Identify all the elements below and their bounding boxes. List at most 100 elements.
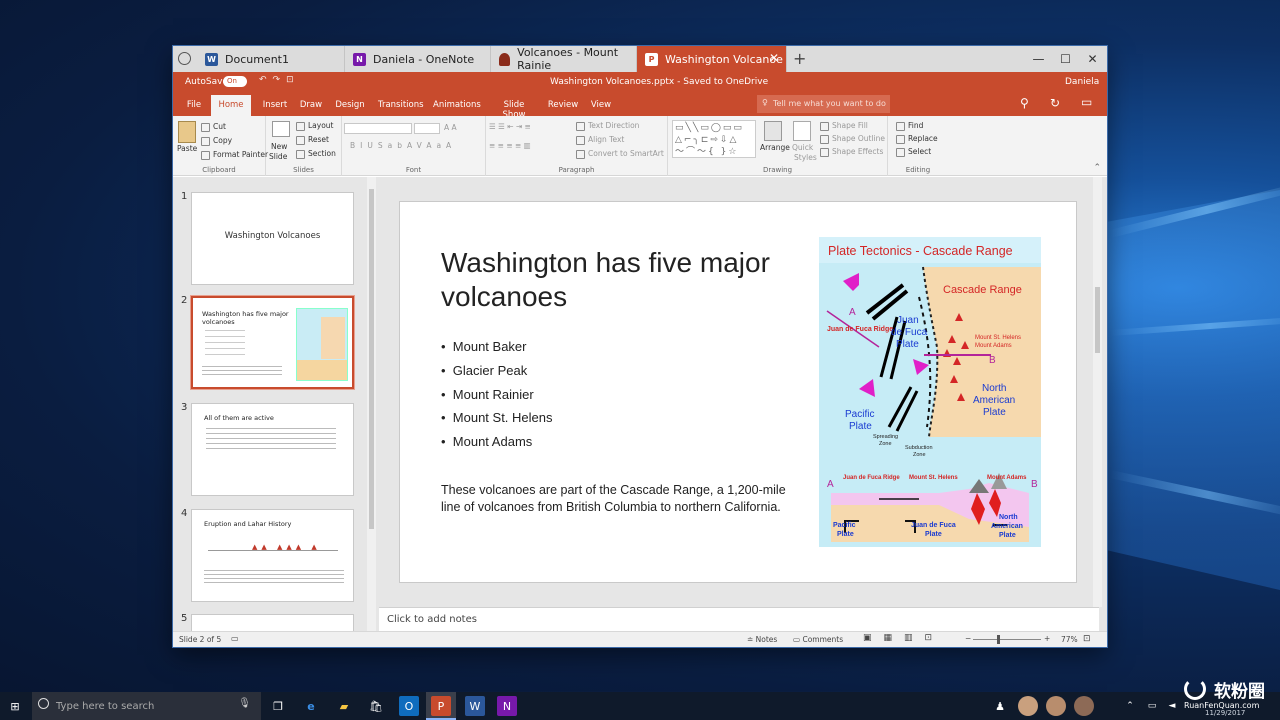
avatar[interactable] — [1046, 696, 1066, 716]
shadow-button[interactable]: ab — [388, 141, 407, 150]
bullet-item[interactable]: • Mount Baker — [441, 339, 526, 354]
tell-me-box[interactable]: ♀ Tell me what you want to do — [757, 95, 890, 113]
cut-button[interactable]: Cut — [201, 122, 226, 132]
strikethrough-button[interactable]: S — [378, 141, 388, 150]
underline-button[interactable]: U — [367, 141, 378, 150]
task-view-icon[interactable]: ❐ — [268, 696, 288, 716]
minimize-icon[interactable]: — — [1025, 46, 1052, 72]
bold-button[interactable]: B — [350, 141, 360, 150]
tab-home[interactable]: Home — [211, 95, 251, 116]
spellcheck-icon[interactable]: ▭ — [231, 634, 239, 643]
thumbnail-slide-4[interactable]: Eruption and Lahar History ▲▲ ▲▲▲ ▲ — [191, 509, 354, 602]
quick-styles-icon[interactable] — [793, 121, 811, 141]
paste-button[interactable]: Paste — [177, 144, 197, 153]
font-name-box[interactable] — [344, 123, 412, 134]
share-icon[interactable]: ⚲ — [1020, 96, 1029, 110]
close-window-icon[interactable]: ✕ — [1079, 46, 1106, 72]
new-slide-label-2[interactable]: Slide — [269, 152, 287, 161]
quick-styles-label-2[interactable]: Styles — [794, 153, 817, 162]
align-buttons[interactable]: ≡ ≡ ≡ ≡ ▥ — [489, 141, 531, 150]
bullet-item[interactable]: • Glacier Peak — [441, 363, 527, 378]
new-tab-icon[interactable]: + — [793, 49, 806, 68]
zoom-level[interactable]: 77% — [1061, 635, 1078, 644]
tab-animations[interactable]: Animations — [433, 97, 481, 116]
tab-draw[interactable]: Draw — [299, 97, 323, 116]
format-painter-button[interactable]: Format Painter — [201, 150, 268, 160]
find-button[interactable]: Find — [896, 121, 923, 131]
word-icon[interactable]: W — [465, 696, 485, 716]
volume-icon[interactable]: ◄ — [1162, 696, 1182, 716]
comments-icon[interactable]: ▭ — [1081, 95, 1092, 109]
new-slide-icon[interactable] — [272, 121, 290, 137]
slide-paragraph[interactable]: These volcanoes are part of the Cascade … — [441, 482, 801, 515]
layout-button[interactable]: Layout — [296, 121, 334, 131]
chevron-up-icon[interactable]: ⌃ — [1120, 696, 1140, 716]
list-buttons[interactable]: ☰ ☰ ⇤ ⇥ ≡ — [489, 122, 531, 131]
maximize-icon[interactable]: ☐ — [1052, 46, 1079, 72]
bullet-item[interactable]: • Mount Adams — [441, 434, 532, 449]
zoom-in-icon[interactable]: + — [1044, 634, 1050, 643]
zoom-slider[interactable] — [973, 639, 1041, 640]
tab-view[interactable]: View — [589, 97, 613, 116]
notes-button[interactable]: ≐ Notes — [747, 635, 777, 644]
align-text-button[interactable]: Align Text — [576, 135, 624, 145]
onenote-icon[interactable]: N — [497, 696, 517, 716]
collapse-ribbon-icon[interactable]: ⌃ — [1093, 163, 1101, 173]
avatar[interactable] — [1018, 696, 1038, 716]
font-color-button[interactable]: A — [446, 141, 456, 150]
comments-button[interactable]: ▭ Comments — [793, 635, 843, 644]
activity-icon[interactable]: ↻ — [1050, 96, 1060, 110]
tab-review[interactable]: Review — [547, 97, 579, 116]
select-button[interactable]: Select — [896, 147, 931, 157]
tab-slide-show[interactable]: Slide Show — [491, 97, 537, 120]
font-size-box[interactable] — [414, 123, 440, 134]
section-button[interactable]: Section — [296, 149, 336, 159]
people-icon[interactable]: ♟ — [990, 696, 1010, 716]
outlook-icon[interactable]: O — [399, 696, 419, 716]
thumbnail-slide-2[interactable]: Washington has five major volcanoes — [191, 296, 354, 389]
zoom-slider-thumb[interactable] — [997, 635, 1000, 644]
edge-icon[interactable]: e — [301, 696, 321, 716]
slide-scrollbar[interactable] — [1093, 177, 1102, 607]
thumbnails-scrollbar[interactable] — [367, 177, 376, 635]
user-name[interactable]: Daniela — [1065, 77, 1099, 87]
plate-tectonics-figure[interactable]: Plate Tectonics - Cascade Range Cascade … — [819, 237, 1041, 547]
bullet-item[interactable]: • Mount Rainier — [441, 387, 534, 402]
quick-access-icons[interactable]: ↶↷⊡ — [259, 75, 300, 85]
tab-file[interactable]: File — [183, 97, 205, 116]
grow-font-icon[interactable]: A A — [444, 123, 457, 132]
quick-styles-label[interactable]: Quick — [792, 143, 813, 152]
zoom-out-icon[interactable]: − — [965, 634, 971, 643]
tab-transitions[interactable]: Transitions — [378, 97, 424, 116]
tab-washington-volcanoes[interactable]: P Washington Volcanoe ✕ — [637, 46, 787, 72]
close-tab-icon[interactable]: ✕ — [769, 51, 779, 65]
thumbnail-slide-1[interactable]: Washington Volcanoes — [191, 192, 354, 285]
arrange-button[interactable]: Arrange — [760, 143, 790, 152]
store-icon[interactable]: 🛍 — [366, 696, 386, 716]
taskbar-powerpoint-active[interactable]: P — [426, 692, 456, 720]
paste-icon[interactable] — [178, 121, 196, 143]
microphone-icon[interactable]: 🎙 — [238, 698, 251, 709]
spacing-button[interactable]: AV — [407, 141, 426, 150]
tab-design[interactable]: Design — [334, 97, 366, 116]
view-buttons[interactable]: ▣▦▥⊡ — [863, 633, 944, 643]
tab-onenote[interactable]: N Daniela - OneNote — [345, 46, 491, 72]
text-direction-button[interactable]: Text Direction — [576, 121, 639, 131]
network-icon[interactable]: ▭ — [1142, 696, 1162, 716]
shapes-gallery[interactable]: ▭╲╲▭◯▭▭ △⌐╮⊏⇨⇩△ 〜⌒〜{ }☆ — [672, 120, 756, 158]
new-slide-label[interactable]: New — [271, 142, 287, 151]
tab-document1[interactable]: W Document1 — [197, 46, 345, 72]
taskbar-search-box[interactable]: Type here to search 🎙 — [32, 692, 261, 720]
slide-title[interactable]: Washington has five major volcanoes — [441, 246, 801, 314]
file-explorer-icon[interactable]: ▰ — [334, 696, 354, 716]
arrange-icon[interactable] — [764, 121, 782, 141]
autosave-toggle[interactable]: On — [223, 76, 247, 87]
avatar[interactable] — [1074, 696, 1094, 716]
convert-smartart-button[interactable]: Convert to SmartArt — [576, 149, 664, 159]
fit-slide-icon[interactable]: ⊡ — [1083, 634, 1091, 644]
shape-effects-button[interactable]: Shape Effects — [820, 147, 883, 157]
reset-button[interactable]: Reset — [296, 135, 329, 145]
shape-outline-button[interactable]: Shape Outline — [820, 134, 885, 144]
tab-volcanoes-web[interactable]: Volcanoes - Mount Rainie — [491, 46, 637, 72]
history-icon[interactable] — [178, 52, 191, 65]
